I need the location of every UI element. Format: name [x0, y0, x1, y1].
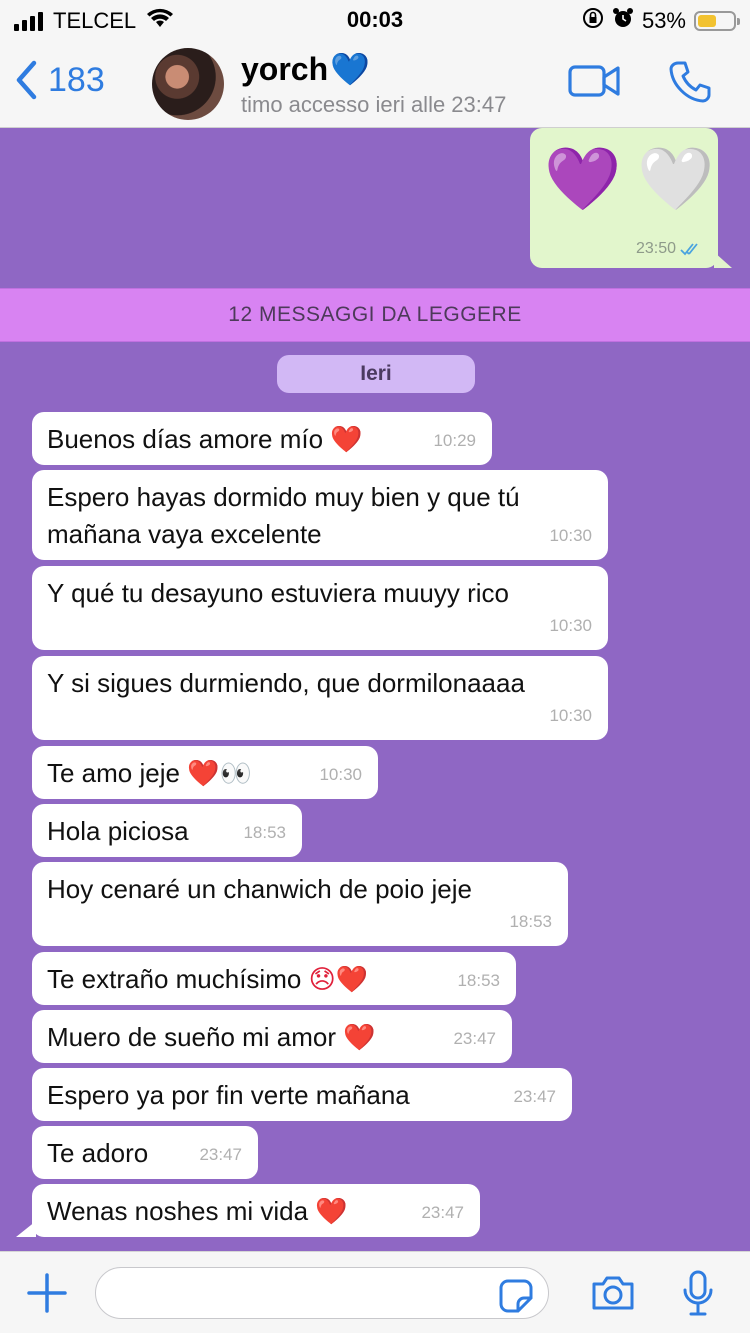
received-message[interactable]: Hoy cenaré un chanwich de poio jeje 18:5…	[32, 862, 568, 946]
chat-header: 183 yorch 💙 timo accesso ieri alle 23:47	[0, 40, 750, 128]
sent-message-time: 23:50	[635, 240, 676, 257]
message-text: Y si sigues durmiendo, que dormilonaaaa	[47, 668, 525, 698]
message-text: Muero de sueño mi amor	[47, 1022, 344, 1052]
message-text: Te amo jeje	[47, 758, 188, 788]
camera-icon	[592, 1276, 634, 1310]
received-message[interactable]: Buenos días amore mío ❤️ 10:29	[32, 412, 492, 465]
sticker-button[interactable]	[498, 1278, 534, 1319]
video-call-button[interactable]	[568, 64, 620, 103]
double-check-icon	[680, 243, 698, 256]
received-message[interactable]: Y si sigues durmiendo, que dormilonaaaa …	[32, 656, 608, 740]
message-text: Espero ya por fin verte mañana	[47, 1080, 410, 1110]
message-time: 23:47	[199, 1145, 242, 1164]
received-message[interactable]: Te amo jeje ❤️👀 10:30	[32, 746, 378, 799]
message-emoji: ❤️	[330, 424, 363, 454]
date-separator: Ieri	[277, 355, 475, 393]
message-emoji: 😞❤️	[308, 964, 369, 994]
camera-button[interactable]	[590, 1274, 636, 1317]
message-text: Hola piciosa	[47, 816, 189, 846]
message-time: 10:30	[549, 616, 592, 635]
message-text: Buenos días amore mío	[47, 424, 331, 454]
received-message[interactable]: Te extraño muchísimo 😞❤️ 18:53	[32, 952, 516, 1005]
received-message[interactable]: Wenas noshes mi vida ❤️ 23:47	[16, 1184, 480, 1237]
received-message[interactable]: Muero de sueño mi amor ❤️ 23:47	[32, 1010, 512, 1063]
blue-heart-emoji: 💙	[330, 51, 370, 87]
battery-icon	[694, 11, 740, 31]
voice-call-button[interactable]	[668, 60, 712, 109]
contact-avatar[interactable]	[152, 48, 224, 120]
received-message[interactable]: Te adoro 23:47	[32, 1126, 258, 1179]
attach-button[interactable]	[26, 1272, 68, 1319]
message-time: 23:47	[453, 1029, 496, 1048]
video-camera-icon	[568, 65, 620, 97]
message-emoji: ❤️👀	[187, 758, 252, 788]
message-time: 18:53	[457, 971, 500, 990]
purple-heart-emoji: 💜	[544, 145, 626, 214]
message-input[interactable]	[95, 1267, 549, 1319]
message-text: Y qué tu desayuno estuviera muuyy rico	[47, 578, 510, 608]
message-text: Espero hayas dormido muy bien y que tú m…	[47, 482, 520, 549]
message-time: 10:30	[549, 526, 592, 545]
chevron-left-icon	[16, 60, 37, 100]
contact-name[interactable]: yorch 💙	[241, 50, 370, 88]
plus-icon	[27, 1273, 67, 1313]
back-count: 183	[48, 60, 105, 99]
message-time: 18:53	[509, 912, 552, 931]
sent-message-bubble[interactable]: 💜 🤍 23:50	[530, 128, 732, 268]
received-message[interactable]: Y qué tu desayuno estuviera muuyy rico 1…	[32, 566, 608, 650]
message-emoji: ❤️	[343, 1022, 376, 1052]
message-time: 23:47	[421, 1203, 464, 1222]
message-text: Hoy cenaré un chanwich de poio jeje	[47, 874, 472, 904]
chat-area[interactable]: 💜 🤍 23:50 12 MESSAGGI DA LEGGERE Ieri Bu…	[0, 128, 750, 1251]
received-message[interactable]: Espero hayas dormido muy bien y que tú m…	[32, 470, 608, 560]
rotation-lock-icon	[582, 7, 604, 35]
white-heart-emoji: 🤍	[637, 145, 719, 214]
unread-messages-banner: 12 MESSAGGI DA LEGGERE	[0, 288, 750, 342]
message-time: 10:30	[549, 706, 592, 725]
received-message[interactable]: Espero ya por fin verte mañana 23:47	[32, 1068, 572, 1121]
message-time: 18:53	[243, 823, 286, 842]
microphone-icon	[683, 1270, 713, 1316]
contact-name-text: yorch	[241, 50, 329, 87]
message-emoji: ❤️	[315, 1196, 348, 1226]
microphone-button[interactable]	[682, 1270, 714, 1323]
status-bar: TELCEL 00:03 53%	[0, 0, 750, 40]
back-button[interactable]: 183	[14, 60, 105, 100]
phone-icon	[669, 61, 711, 103]
message-text: Te extraño muchísimo	[47, 964, 309, 994]
message-time: 10:30	[319, 765, 362, 784]
message-text: Te adoro	[47, 1138, 149, 1168]
sticker-icon	[499, 1279, 533, 1313]
message-time: 10:29	[433, 431, 476, 450]
message-text: Wenas noshes mi vida	[47, 1196, 316, 1226]
received-message[interactable]: Hola piciosa 18:53	[32, 804, 302, 857]
message-input-bar	[0, 1251, 750, 1333]
last-seen-status: timo accesso ieri alle 23:47	[241, 92, 507, 117]
battery-percentage: 53%	[641, 8, 686, 33]
alarm-icon	[612, 7, 634, 35]
message-time: 23:47	[513, 1087, 556, 1106]
